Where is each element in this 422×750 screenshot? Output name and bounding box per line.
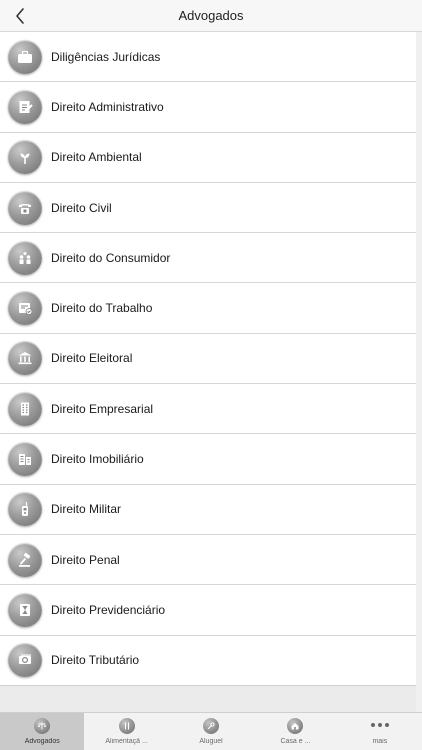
list-item-label: Direito Previdenciário — [51, 602, 166, 617]
tab-mais[interactable]: mais — [338, 713, 422, 750]
tab-advogados[interactable]: Advogados — [0, 713, 85, 750]
scales-icon — [34, 718, 51, 734]
list-item-direito-civil[interactable]: Direito Civil — [0, 183, 416, 234]
list-item-label: Direito do Consumidor — [51, 250, 171, 265]
list-item-label: Direito Empresarial — [51, 401, 154, 416]
buildings-icon — [8, 442, 42, 477]
calendar-check-icon — [8, 291, 42, 326]
tab-bar: Advogados Alimentaçã ... Aluguel Casa e … — [0, 712, 422, 750]
list-item-label: Direito Civil — [51, 200, 112, 215]
list-item-direito-imobiliario[interactable]: Direito Imobiliário — [0, 434, 416, 485]
gavel-icon — [8, 542, 42, 577]
list-item-label: Direito Administrativo — [51, 99, 164, 114]
tab-alimentacao[interactable]: Alimentaçã ... — [84, 713, 168, 750]
hourglass-icon — [8, 592, 42, 627]
money-icon — [8, 643, 42, 678]
page-title: Advogados — [178, 8, 244, 23]
institution-icon — [8, 341, 42, 376]
list-item-label: Direito Tributário — [51, 653, 140, 668]
list-item-direito-militar[interactable]: Direito Militar — [0, 485, 416, 535]
list-item-label: Direito Penal — [51, 552, 120, 567]
tab-aluguel[interactable]: Aluguel — [169, 713, 253, 750]
list-item-direito-do-trabalho[interactable]: Direito do Trabalho — [0, 283, 416, 334]
house-icon — [287, 718, 304, 734]
list-item-direito-eleitoral[interactable]: Direito Eleitoral — [0, 334, 416, 385]
list-item-direito-do-consumidor[interactable]: Direito do Consumidor — [0, 233, 416, 284]
navigation-bar: Advogados — [0, 0, 422, 32]
key-icon — [203, 718, 220, 734]
tab-casa[interactable]: Casa e ... — [253, 713, 337, 750]
scroll-gutter — [416, 32, 422, 712]
people-icon — [8, 240, 42, 275]
tab-label: Alimentaçã ... — [105, 738, 148, 745]
list-item-direito-administrativo[interactable]: Direito Administrativo — [0, 82, 416, 133]
tab-label: Casa e ... — [280, 738, 311, 745]
list-item-direito-tributario[interactable]: Direito Tributário — [0, 636, 416, 686]
list-item-label: Direito Militar — [51, 502, 122, 517]
list-item-direito-ambiental[interactable]: Direito Ambiental — [0, 133, 416, 183]
tab-label: Advogados — [24, 738, 60, 745]
building-icon — [8, 391, 42, 426]
list-item-label: Direito do Trabalho — [51, 301, 153, 316]
list-item-direito-previdenciario[interactable]: Direito Previdenciário — [0, 585, 416, 636]
list-item-diligencias-juridicas[interactable]: Diligências Jurídicas — [0, 32, 416, 83]
more-dots-icon — [370, 723, 389, 727]
list-item-label: Direito Eleitoral — [51, 351, 133, 366]
utensils-icon — [118, 718, 135, 734]
list-item-label: Direito Imobiliário — [51, 452, 144, 467]
list-item-direito-penal[interactable]: Direito Penal — [0, 535, 416, 586]
radio-icon — [8, 492, 42, 527]
category-list: Diligências Jurídicas Direito Administra… — [0, 32, 416, 686]
list-item-label: Diligências Jurídicas — [51, 49, 161, 64]
telephone-icon — [8, 190, 42, 225]
sprout-icon — [8, 140, 42, 175]
tab-label: Aluguel — [199, 738, 223, 745]
list-item-direito-empresarial[interactable]: Direito Empresarial — [0, 384, 416, 435]
document-edit-icon — [8, 89, 42, 124]
list-item-label: Direito Ambiental — [51, 150, 142, 165]
tab-label: mais — [372, 738, 388, 745]
briefcase-icon — [8, 39, 42, 74]
